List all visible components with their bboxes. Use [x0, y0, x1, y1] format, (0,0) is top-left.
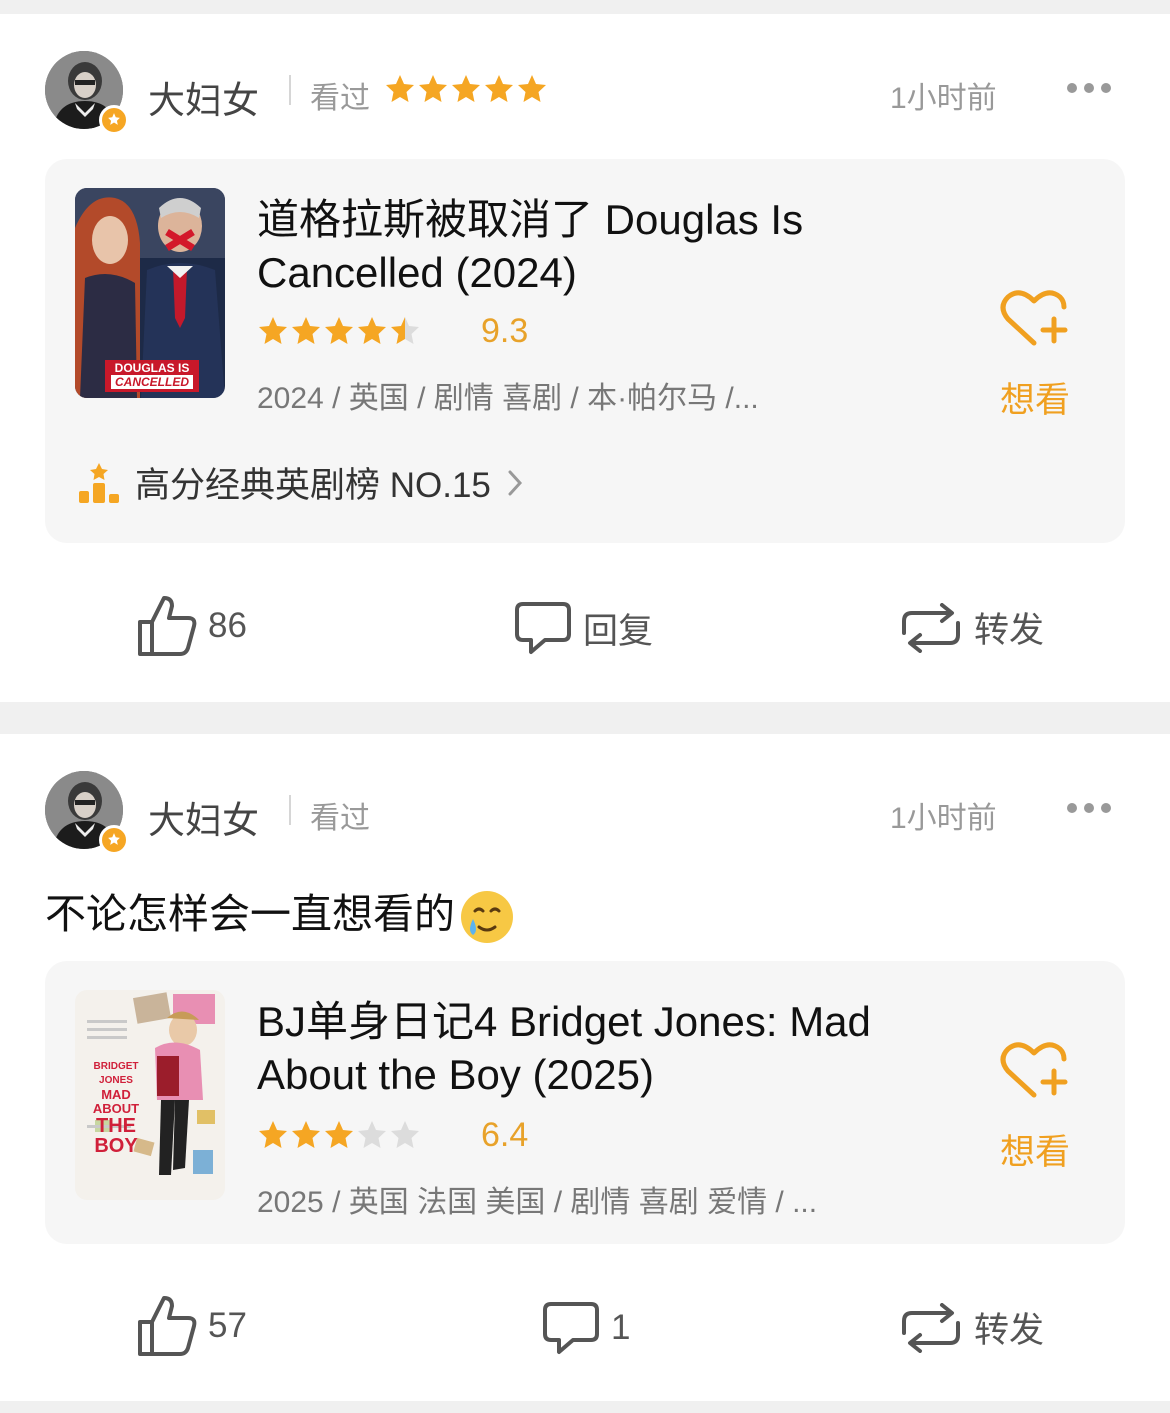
action-bar: 86 回复 转发 [0, 594, 1170, 664]
heart-plus-icon [1000, 290, 1068, 346]
reply-label: 回复 [583, 611, 654, 651]
star-icon [325, 317, 353, 344]
want-button[interactable]: 想看 [995, 289, 1075, 423]
reply-button[interactable]: 回复 [513, 600, 653, 656]
share-label: 转发 [974, 1311, 1045, 1350]
like-count: 57 [208, 1306, 247, 1345]
movie-poster[interactable]: DOUGLAS IS CANCELLED [75, 188, 225, 398]
action-bar: 57 1 转发 [0, 1294, 1170, 1364]
comment-text: 不论怎样会一直想看的 [45, 880, 515, 945]
post-time: 1小时前 [890, 802, 997, 835]
watch-status: 看过 [310, 802, 370, 835]
movie-meta: 2024 / 英国 / 剧情 喜剧 / 本·帕尔马 /... [257, 382, 759, 415]
username[interactable]: 大妇女 [148, 790, 259, 844]
movie-score: 9.3 [481, 312, 529, 350]
tear-smile-emoji [461, 891, 513, 944]
divider [289, 795, 291, 825]
like-count: 86 [208, 606, 247, 645]
rank-icon [79, 462, 119, 503]
thumbs-up-icon [138, 596, 197, 656]
movie-rating: 9.3 [257, 312, 528, 354]
divider [289, 75, 291, 105]
badge-star-icon [99, 105, 129, 135]
post-time: 1小时前 [890, 82, 997, 115]
avatar[interactable] [45, 771, 129, 855]
poster-title: DOUGLAS IS CANCELLED [105, 361, 199, 389]
want-label: 想看 [999, 381, 1070, 420]
movie-card[interactable]: DOUGLAS IS CANCELLED 道格拉斯被取消了 Douglas Is… [45, 159, 1125, 543]
post-card: 大妇女 看过 1小时前 DOUGLAS IS CANCELLED 道格拉斯被取消… [0, 14, 1170, 702]
star-icon [485, 75, 513, 102]
star-icon [518, 75, 546, 102]
watch-status: 看过 [310, 82, 370, 115]
repost-icon [902, 1302, 960, 1353]
comment-icon [543, 1302, 599, 1354]
star-icon [259, 317, 287, 344]
like-button[interactable]: 86 [136, 594, 247, 658]
share-button[interactable]: 转发 [898, 602, 1044, 653]
reply-count: 1 [611, 1308, 631, 1347]
movie-meta: 2025 / 英国 法国 美国 / 剧情 喜剧 爱情 / ... [257, 1186, 818, 1219]
want-label: 想看 [999, 1133, 1070, 1172]
more-icon[interactable] [1066, 800, 1112, 816]
chevron-right-icon [508, 470, 522, 495]
star-icon [358, 317, 386, 344]
more-icon[interactable] [1066, 80, 1112, 96]
star-icon [292, 317, 320, 344]
share-label: 转发 [974, 611, 1045, 650]
want-button[interactable]: 想看 [995, 1041, 1075, 1175]
avatar[interactable] [45, 51, 129, 135]
thumbs-up-icon [138, 1296, 197, 1356]
user-rating-stars [386, 75, 546, 102]
star-icon [452, 75, 480, 102]
rank-text: 高分经典英剧榜 NO.15 [135, 466, 491, 505]
movie-poster[interactable]: BRIDGET JONES MAD ABOUT THE BOY [75, 990, 225, 1200]
post-card: 大妇女 看过 1小时前 不论怎样会一直想看的 BRIDGET JONES MAD… [0, 734, 1170, 1401]
reply-button[interactable]: 1 [541, 1300, 630, 1356]
movie-card[interactable]: BRIDGET JONES MAD ABOUT THE BOY BJ单身日记4 … [45, 961, 1125, 1244]
star-icon [292, 1121, 320, 1148]
poster-title: BRIDGET JONES MAD ABOUT THE BOY [92, 1061, 140, 1157]
heart-plus-icon [1000, 1042, 1068, 1098]
movie-title[interactable]: BJ单身日记4 Bridget Jones: Mad About the Boy… [257, 995, 897, 1101]
movie-stars [259, 317, 419, 344]
like-button[interactable]: 57 [136, 1294, 247, 1358]
comment-icon [515, 602, 571, 654]
star-icon [325, 1121, 353, 1148]
star-icon [358, 1121, 386, 1148]
movie-title[interactable]: 道格拉斯被取消了 Douglas Is Cancelled (2024) [257, 193, 897, 299]
username[interactable]: 大妇女 [148, 70, 259, 124]
star-icon [259, 1121, 287, 1148]
movie-stars [259, 1121, 419, 1148]
star-icon [391, 1121, 419, 1148]
movie-score: 6.4 [481, 1116, 529, 1154]
rank-link[interactable]: 高分经典英剧榜 NO.15 [77, 457, 525, 508]
share-button[interactable]: 转发 [898, 1302, 1044, 1353]
repost-icon [902, 602, 960, 653]
movie-rating: 6.4 [257, 1116, 528, 1158]
star-icon [391, 317, 419, 344]
badge-star-icon [99, 825, 129, 855]
star-icon [419, 75, 447, 102]
star-icon [386, 75, 414, 102]
